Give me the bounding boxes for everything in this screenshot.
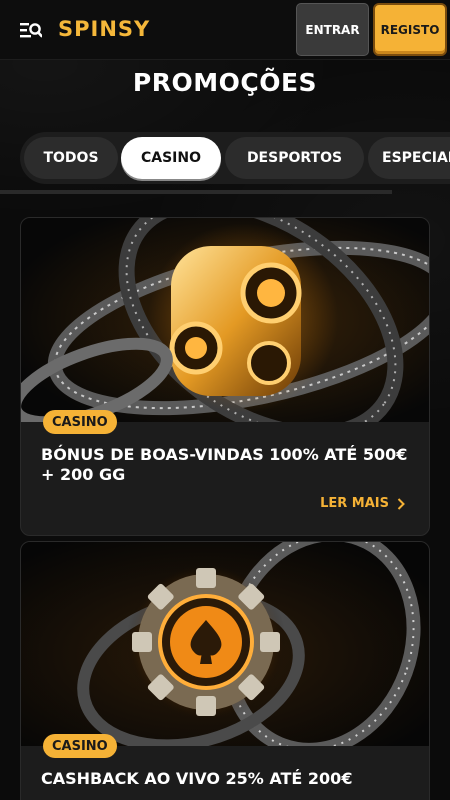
promo-card[interactable]: CASINO CASHBACK AO VIVO 25% ATÉ 200€	[20, 541, 430, 800]
category-badge: CASINO	[43, 734, 117, 758]
tab-todos[interactable]: TODOS	[24, 137, 118, 179]
category-badge: CASINO	[43, 410, 117, 434]
register-button[interactable]: REGISTO	[373, 3, 447, 56]
promo-image-chip	[21, 542, 429, 746]
top-header: SPINSY ENTRAR REGISTO	[0, 0, 450, 60]
logo[interactable]: SPINSY	[58, 17, 150, 41]
menu-search-icon[interactable]	[20, 21, 42, 39]
tab-desportos[interactable]: DESPORTOS	[225, 137, 364, 179]
category-tabs: TODOS CASINO DESPORTOS ESPECIAIS	[0, 132, 450, 184]
read-more-link[interactable]: LER MAIS	[320, 496, 405, 511]
tabs-scrollbar[interactable]	[0, 190, 392, 194]
promo-title: CASHBACK AO VIVO 25% ATÉ 200€	[41, 769, 353, 788]
promo-title: BÓNUS DE BOAS-VINDAS 100% ATÉ 500€ + 200…	[41, 445, 408, 484]
read-more-label: LER MAIS	[320, 496, 389, 511]
tab-casino[interactable]: CASINO	[121, 137, 221, 179]
tab-especiais[interactable]: ESPECIAIS	[368, 137, 450, 179]
page-title: PROMOÇÕES	[132, 68, 318, 97]
login-button[interactable]: ENTRAR	[296, 3, 369, 56]
promo-image-dice	[21, 218, 429, 422]
promo-card[interactable]: CASINO BÓNUS DE BOAS-VINDAS 100% ATÉ 500…	[20, 217, 430, 536]
chevron-right-icon	[397, 497, 405, 510]
